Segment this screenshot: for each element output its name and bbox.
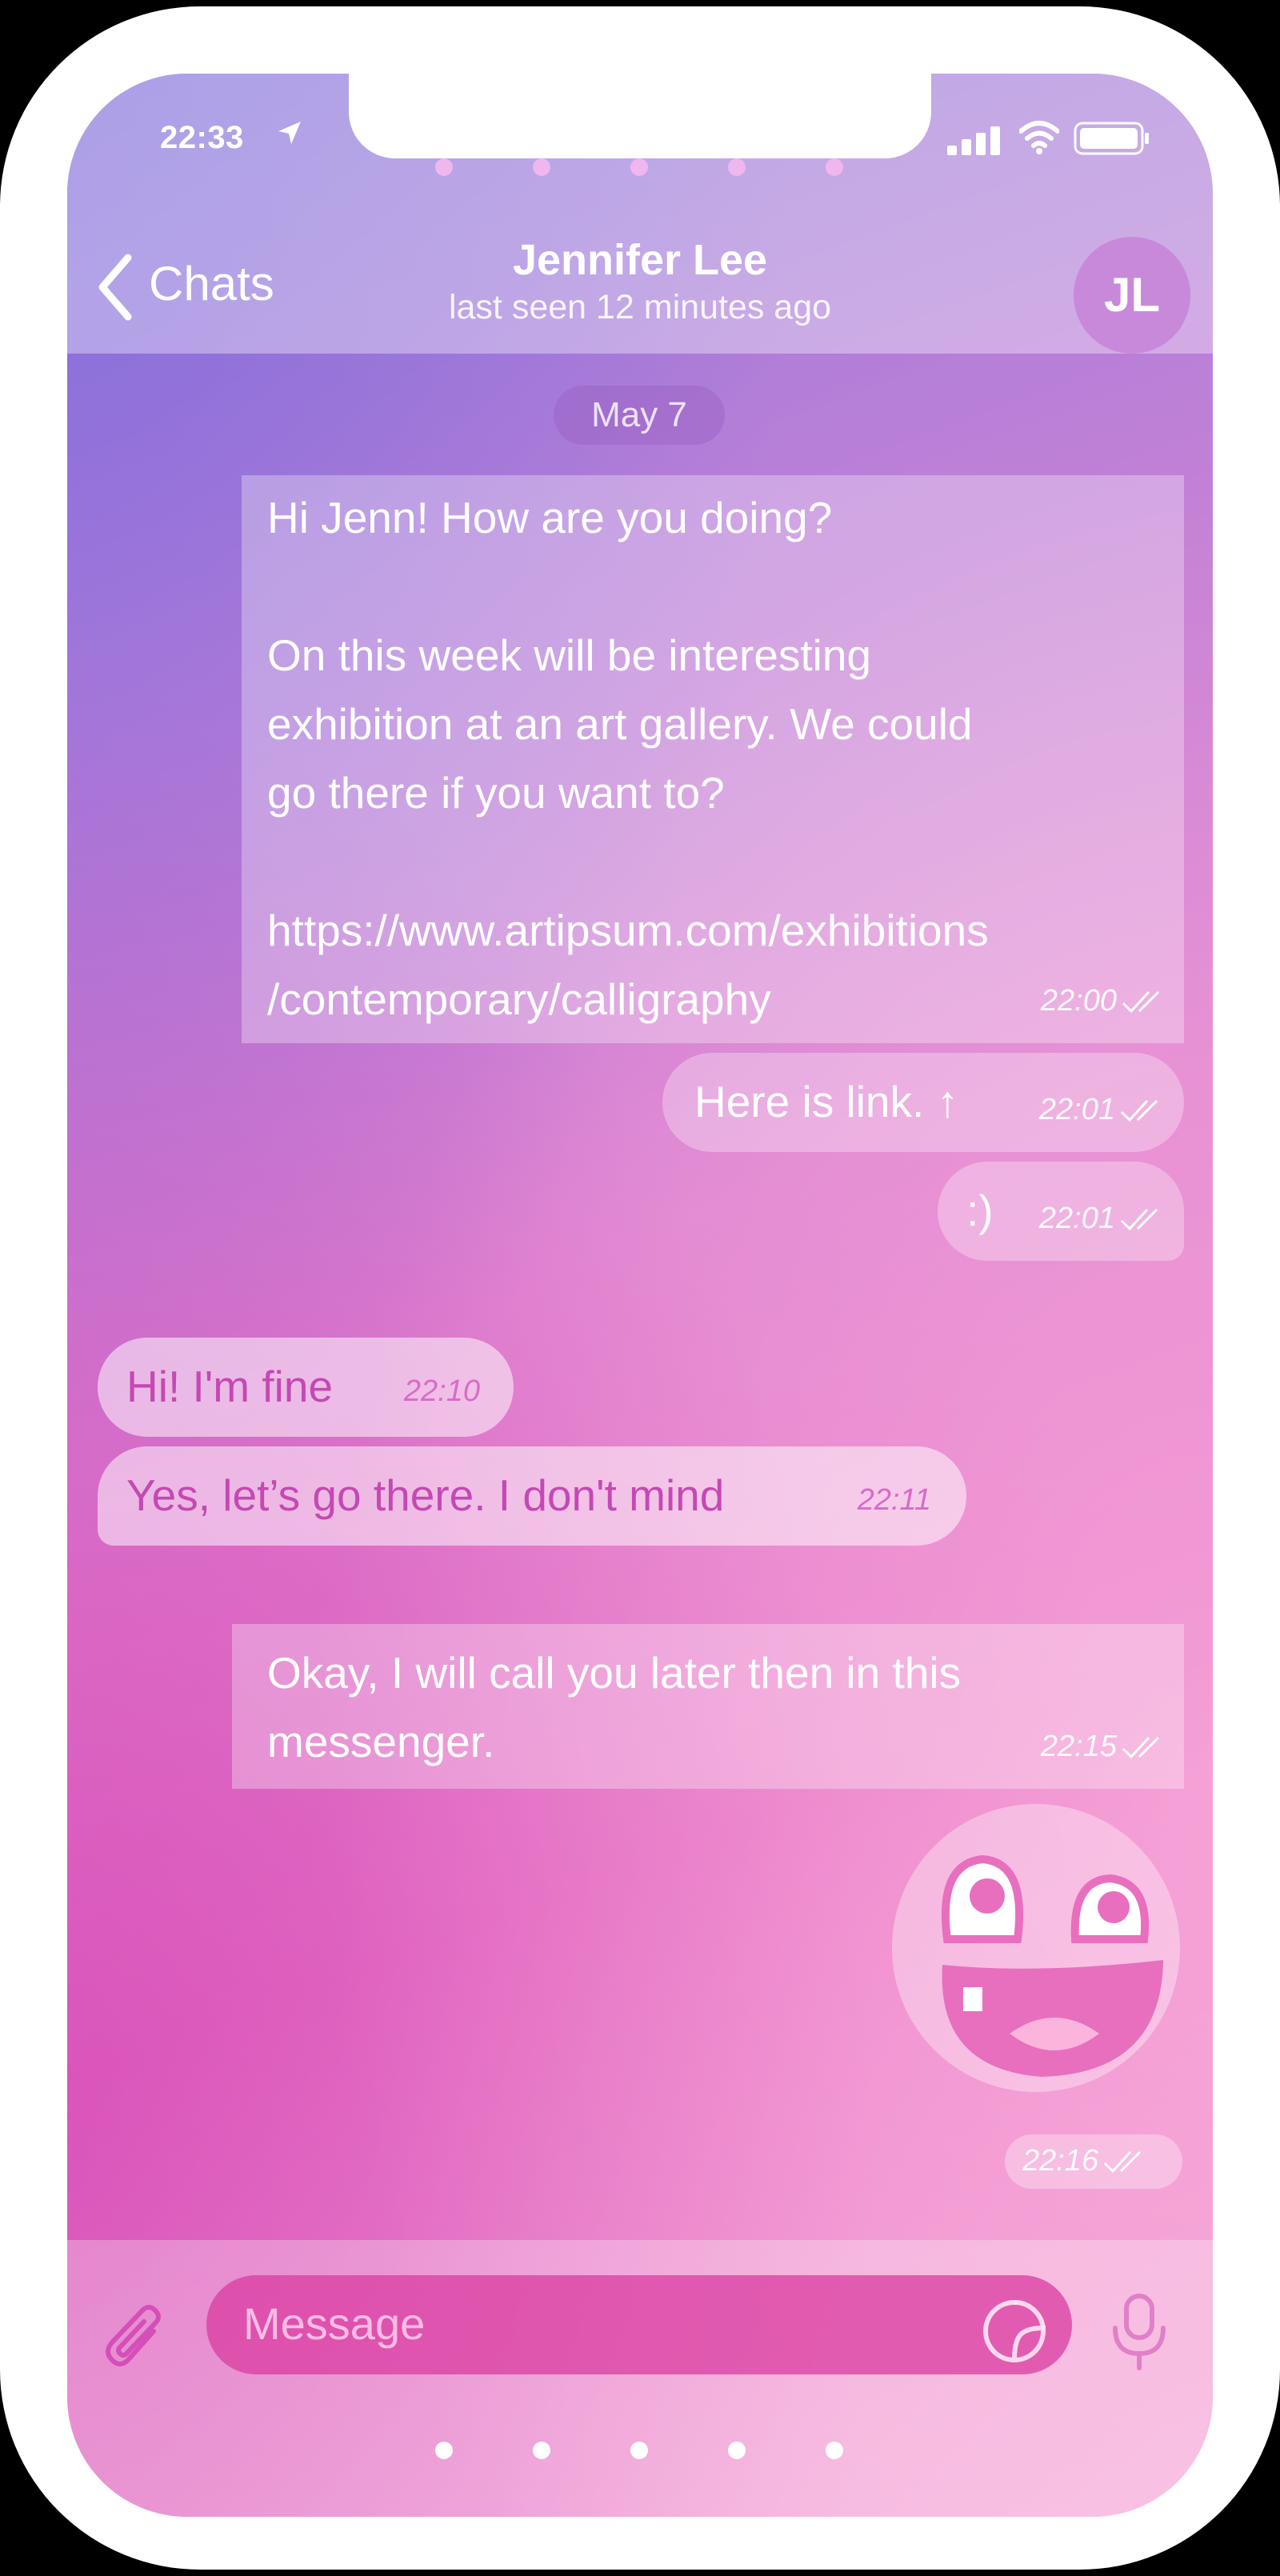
notch-dot [728, 158, 746, 176]
attach-icon[interactable] [98, 2304, 174, 2381]
message-text: :) [966, 1186, 994, 1235]
read-ticks-icon [1120, 1099, 1158, 1122]
home-indicator-dot [435, 2442, 453, 2459]
chat-screen: 22:33 Chats Jennifer Lee last seen 12 mi… [67, 74, 1213, 2517]
message-time: 22:00 [1040, 984, 1117, 1018]
notch-dot [435, 158, 453, 176]
phone-frame: 22:33 Chats Jennifer Lee last seen 12 mi… [0, 6, 1280, 2570]
message-meta: 22:01 [1039, 1075, 1165, 1144]
awesome-face-sticker[interactable] [890, 1802, 1182, 2094]
notch-dot [826, 158, 843, 176]
message-text: Hi! I'm fine [126, 1362, 334, 1411]
message-bubble-outgoing[interactable]: Here is link. ↑ 22:01 [662, 1053, 1184, 1152]
date-divider: May 7 [554, 386, 725, 445]
message-text: Yes, let’s go there. I don't mind [126, 1470, 725, 1520]
notch [349, 74, 931, 158]
message-text: Here is link. ↑ [694, 1077, 959, 1126]
avatar[interactable]: JL [1074, 237, 1190, 354]
message-time: 22:10 [403, 1374, 480, 1408]
message-bubble-outgoing[interactable]: :) 22:01 [938, 1162, 1184, 1261]
sticker-time-chip: 22:16 [1005, 2134, 1182, 2189]
status-time: 22:33 [160, 120, 244, 155]
sticker-icon[interactable] [981, 2298, 1048, 2365]
home-indicator-dot [533, 2442, 550, 2459]
message-time: 22:01 [1038, 1202, 1115, 1235]
signal-icon [947, 126, 1000, 155]
home-indicator-dot [826, 2442, 843, 2459]
message-meta: 22:01 [1039, 1184, 1165, 1253]
message-bubble-incoming[interactable]: Yes, let’s go there. I don't mind 22:11 [98, 1446, 966, 1546]
location-arrow-icon [278, 122, 301, 144]
battery-icon [1074, 122, 1149, 155]
last-seen-status: last seen 12 minutes ago [448, 288, 832, 326]
read-ticks-icon [1104, 2150, 1142, 2174]
message-placeholder: Message [243, 2298, 426, 2349]
read-ticks-icon [1120, 1208, 1158, 1231]
message-bubble-outgoing[interactable]: Okay, I will call you later then in this… [232, 1624, 1184, 1789]
contact-name: Jennifer Lee [512, 236, 768, 284]
message-time: 22:16 [1022, 2144, 1099, 2178]
notch-dot [533, 158, 550, 176]
message-time: 22:15 [1040, 1730, 1117, 1763]
home-indicator-dot [630, 2442, 648, 2459]
message-time: 22:01 [1038, 1093, 1115, 1126]
message-meta: 22:16 [1022, 2144, 1148, 2178]
message-time: 22:11 [857, 1483, 931, 1517]
notch-dot [630, 158, 648, 176]
wifi-icon [1019, 121, 1059, 154]
message-text: Hi Jenn! How are you doing? On this week… [267, 493, 989, 1024]
home-indicator-dot [728, 2442, 746, 2459]
message-bubble-outgoing[interactable]: Hi Jenn! How are you doing? On this week… [242, 475, 1184, 1043]
message-bubble-incoming[interactable]: Hi! I'm fine 22:10 [98, 1338, 514, 1437]
message-meta: 22:15 [1041, 1712, 1166, 1781]
microphone-icon[interactable] [1107, 2291, 1171, 2371]
message-meta: 22:00 [1041, 966, 1166, 1035]
read-ticks-icon [1122, 990, 1160, 1014]
read-ticks-icon [1122, 1736, 1160, 1759]
